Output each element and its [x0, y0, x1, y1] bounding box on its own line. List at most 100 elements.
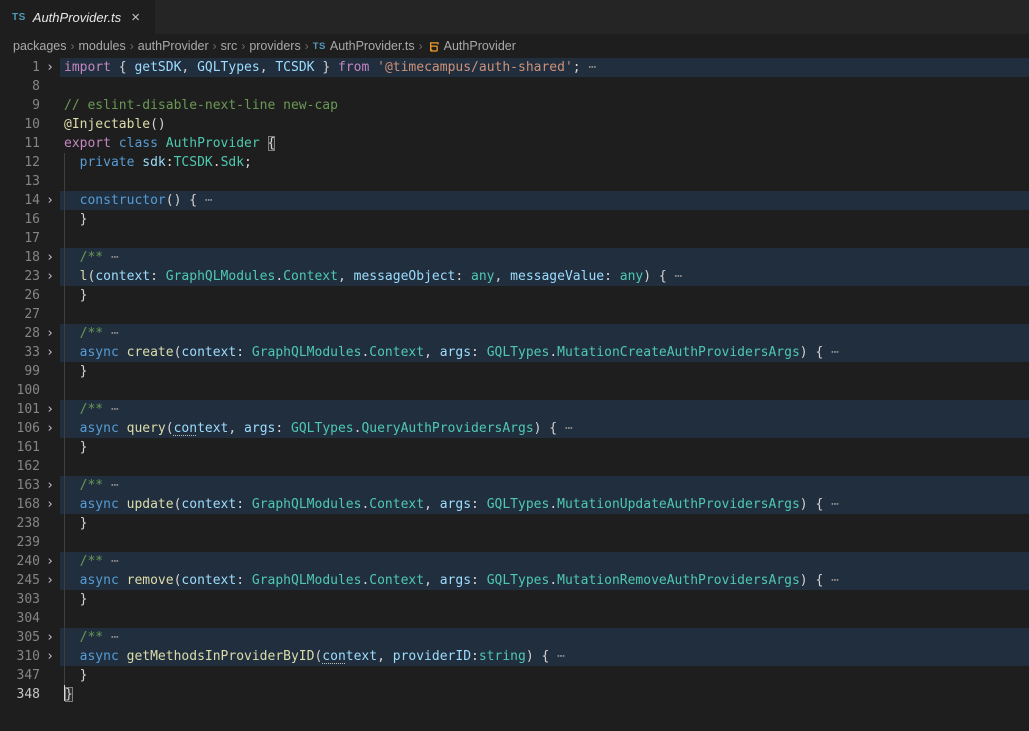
code-token: args [244, 421, 275, 436]
code-token: ⋯ [823, 573, 839, 588]
code-token [119, 497, 127, 512]
fold-chevron-icon[interactable]: › [40, 267, 60, 286]
code-token: GraphQLModules [166, 269, 276, 284]
code-token [119, 573, 127, 588]
code-token: ⋯ [549, 649, 565, 664]
code-token: ⋯ [103, 630, 119, 645]
code-line-305[interactable]: 305› /** ⋯ [0, 628, 1029, 647]
code-line-17[interactable]: 17 [0, 229, 1029, 248]
code-line-11[interactable]: 11export class AuthProvider { [0, 134, 1029, 153]
fold-chevron-icon[interactable]: › [40, 495, 60, 514]
code-line-240[interactable]: 240› /** ⋯ [0, 552, 1029, 571]
line-number: 23 [0, 267, 40, 286]
code-line-9[interactable]: 9// eslint-disable-next-line new-cap [0, 96, 1029, 115]
code-line-161[interactable]: 161 } [0, 438, 1029, 457]
code-line-23[interactable]: 23› l(context: GraphQLModules.Context, m… [0, 267, 1029, 286]
line-number: 347 [0, 666, 40, 685]
code-token: getSDK [134, 60, 181, 75]
code-editor[interactable]: 1›import { getSDK, GQLTypes, TCSDK } fro… [0, 58, 1029, 704]
code-token [119, 421, 127, 436]
fold-chevron-icon[interactable]: › [40, 628, 60, 647]
close-icon[interactable]: × [128, 9, 143, 26]
code-line-16[interactable]: 16 } [0, 210, 1029, 229]
code-line-168[interactable]: 168› async update(context: GraphQLModule… [0, 495, 1029, 514]
code-token: providerID [393, 649, 471, 664]
code-line-8[interactable]: 8 [0, 77, 1029, 96]
code-content [60, 229, 1029, 248]
code-line-304[interactable]: 304 [0, 609, 1029, 628]
fold-chevron-icon[interactable]: › [40, 58, 60, 77]
code-line-303[interactable]: 303 } [0, 590, 1029, 609]
code-token: , [424, 345, 440, 360]
code-line-310[interactable]: 310› async getMethodsInProviderByID(cont… [0, 647, 1029, 666]
breadcrumb-item-providers[interactable]: providers [249, 39, 300, 53]
breadcrumb-item-authprovider[interactable]: authProvider [138, 39, 209, 53]
fold-chevron-icon[interactable]: › [40, 419, 60, 438]
line-number: 12 [0, 153, 40, 172]
code-token: GQLTypes [487, 497, 550, 512]
gutter-spacer [40, 286, 60, 305]
code-line-33[interactable]: 33› async create(context: GraphQLModules… [0, 343, 1029, 362]
code-line-10[interactable]: 10@Injectable() [0, 115, 1029, 134]
code-line-101[interactable]: 101› /** ⋯ [0, 400, 1029, 419]
breadcrumb-item-authprovider-ts[interactable]: TSAuthProvider.ts [313, 39, 415, 53]
fold-chevron-icon[interactable]: › [40, 248, 60, 267]
code-content: constructor() { ⋯ [60, 191, 1029, 210]
code-token: . [549, 497, 557, 512]
fold-chevron-icon[interactable]: › [40, 343, 60, 362]
fold-chevron-icon[interactable]: › [40, 191, 60, 210]
line-number: 10 [0, 115, 40, 134]
code-content: l(context: GraphQLModules.Context, messa… [60, 267, 1029, 286]
code-token: messageObject [354, 269, 456, 284]
code-line-18[interactable]: 18› /** ⋯ [0, 248, 1029, 267]
code-line-26[interactable]: 26 } [0, 286, 1029, 305]
line-number: 100 [0, 381, 40, 400]
breadcrumb-item-packages[interactable]: packages [13, 39, 67, 53]
line-number: 310 [0, 647, 40, 666]
code-line-163[interactable]: 163› /** ⋯ [0, 476, 1029, 495]
code-token: } [64, 288, 87, 303]
code-token: AuthProvider [166, 136, 260, 151]
code-line-27[interactable]: 27 [0, 305, 1029, 324]
code-line-13[interactable]: 13 [0, 172, 1029, 191]
fold-chevron-icon[interactable]: › [40, 647, 60, 666]
breadcrumb-item-authprovider[interactable]: AuthProvider [427, 39, 516, 53]
code-line-239[interactable]: 239 [0, 533, 1029, 552]
fold-chevron-icon[interactable]: › [40, 476, 60, 495]
code-content: } [60, 362, 1029, 381]
breadcrumb-item-modules[interactable]: modules [79, 39, 126, 53]
code-line-347[interactable]: 347 } [0, 666, 1029, 685]
code-token: async [80, 345, 119, 360]
code-line-162[interactable]: 162 [0, 457, 1029, 476]
code-line-245[interactable]: 245› async remove(context: GraphQLModule… [0, 571, 1029, 590]
code-line-12[interactable]: 12 private sdk:TCSDK.Sdk; [0, 153, 1029, 172]
code-token: . [213, 155, 221, 170]
fold-chevron-icon[interactable]: › [40, 400, 60, 419]
fold-chevron-icon[interactable]: › [40, 552, 60, 571]
code-line-28[interactable]: 28› /** ⋯ [0, 324, 1029, 343]
fold-chevron-icon[interactable]: › [40, 324, 60, 343]
code-token: /** [80, 630, 103, 645]
code-content: /** ⋯ [60, 400, 1029, 419]
tab-authprovider-ts[interactable]: TS AuthProvider.ts × [0, 0, 155, 34]
code-token: } [64, 364, 87, 379]
breadcrumb-item-src[interactable]: src [221, 39, 238, 53]
code-line-106[interactable]: 106› async query(context, args: GQLTypes… [0, 419, 1029, 438]
code-line-14[interactable]: 14› constructor() { ⋯ [0, 191, 1029, 210]
code-line-100[interactable]: 100 [0, 381, 1029, 400]
code-token [64, 478, 80, 493]
code-content: /** ⋯ [60, 476, 1029, 495]
code-token [64, 554, 80, 569]
code-token [260, 136, 268, 151]
gutter-spacer [40, 96, 60, 115]
code-line-1[interactable]: 1›import { getSDK, GQLTypes, TCSDK } fro… [0, 58, 1029, 77]
code-token: ) { [800, 497, 823, 512]
code-line-348[interactable]: 348} [0, 685, 1029, 704]
code-line-99[interactable]: 99 } [0, 362, 1029, 381]
code-token [111, 136, 119, 151]
fold-chevron-icon[interactable]: › [40, 571, 60, 590]
code-token: ⋯ [103, 402, 119, 417]
code-line-238[interactable]: 238 } [0, 514, 1029, 533]
code-content: /** ⋯ [60, 552, 1029, 571]
breadcrumb-separator-icon: › [213, 39, 217, 53]
